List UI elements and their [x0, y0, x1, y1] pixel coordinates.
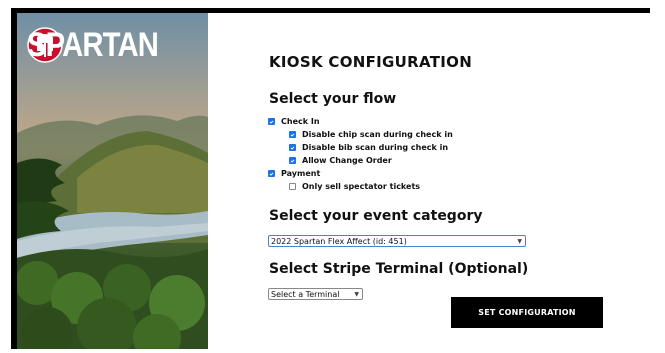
- page-title: KIOSK CONFIGURATION: [269, 53, 473, 71]
- checkbox-check-in[interactable]: [268, 118, 275, 125]
- event-category-select[interactable]: 2022 Spartan Flex Affect (id: 451) ▼: [268, 235, 526, 247]
- stripe-terminal-value: Select a Terminal: [271, 289, 340, 299]
- brand-name: SPARTAN: [27, 26, 159, 64]
- option-disable-bib-scan[interactable]: Disable bib scan during check in: [289, 143, 448, 152]
- option-label: Check In: [281, 117, 320, 126]
- checkmark-icon: [290, 133, 295, 137]
- option-label: Payment: [281, 169, 321, 178]
- option-label: Only sell spectator tickets: [302, 182, 421, 191]
- stripe-terminal-select[interactable]: Select a Terminal ▼: [268, 288, 363, 300]
- stripe-terminal-title: Select Stripe Terminal (Optional): [269, 261, 529, 277]
- option-payment[interactable]: Payment: [268, 169, 320, 178]
- option-disable-chip-scan[interactable]: Disable chip scan during check in: [289, 130, 453, 139]
- checkbox-allow-change-order[interactable]: [289, 157, 296, 164]
- event-category-value: 2022 Spartan Flex Affect (id: 451): [271, 236, 407, 246]
- option-only-spectator[interactable]: Only sell spectator tickets: [289, 182, 420, 191]
- chevron-down-icon: ▼: [517, 237, 522, 245]
- option-label: Disable bib scan during check in: [302, 143, 449, 152]
- checkbox-disable-chip-scan[interactable]: [289, 131, 296, 138]
- set-configuration-button[interactable]: SET CONFIGURATION: [451, 297, 603, 328]
- flow-section-title: Select your flow: [269, 91, 397, 107]
- option-check-in[interactable]: Check In: [268, 117, 320, 126]
- checkmark-icon: [290, 159, 295, 163]
- chevron-down-icon: ▼: [354, 290, 359, 298]
- option-label: Allow Change Order: [302, 156, 392, 165]
- landscape-photo: SPARTAN: [17, 13, 208, 349]
- config-panel: KIOSK CONFIGURATION Select your flow Che…: [208, 13, 650, 349]
- spartan-logo: SPARTAN: [27, 27, 179, 63]
- checkmark-icon: [269, 120, 274, 124]
- checkmark-icon: [290, 146, 295, 150]
- option-label: Disable chip scan during check in: [302, 130, 453, 139]
- event-category-title: Select your event category: [269, 208, 483, 224]
- checkbox-payment[interactable]: [268, 170, 275, 177]
- checkbox-only-spectator[interactable]: [289, 183, 296, 190]
- checkmark-icon: [269, 172, 274, 176]
- option-allow-change-order[interactable]: Allow Change Order: [289, 156, 392, 165]
- checkbox-disable-bib-scan[interactable]: [289, 144, 296, 151]
